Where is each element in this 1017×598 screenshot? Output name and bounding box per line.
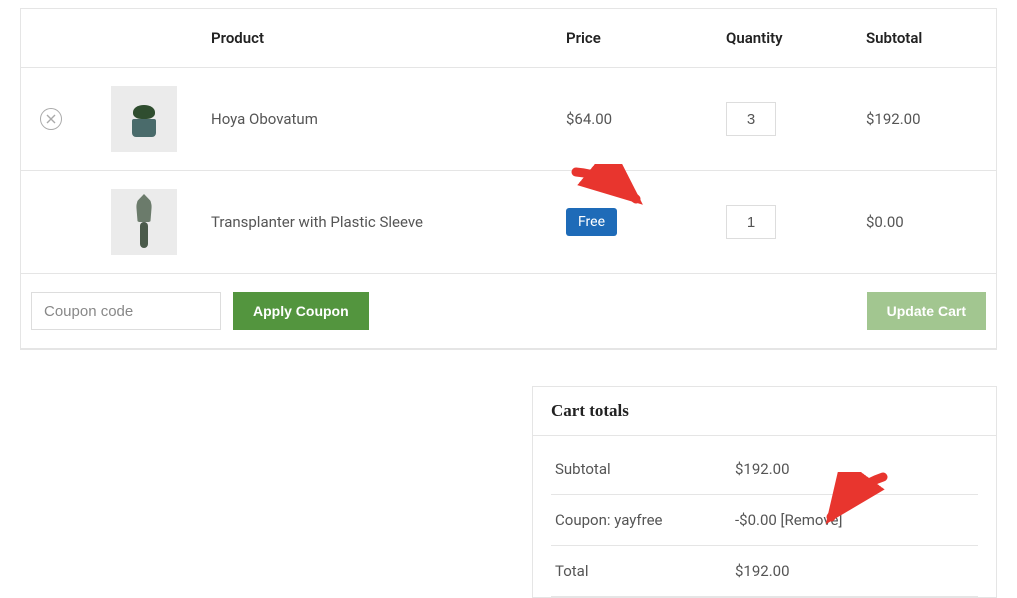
product-thumbnail[interactable] bbox=[111, 86, 177, 152]
product-subtotal: $192.00 bbox=[856, 68, 996, 171]
header-price: Price bbox=[556, 9, 716, 68]
plant-icon bbox=[129, 101, 159, 137]
cart-totals-container: Cart totals Subtotal $192.00 Coupon: yay… bbox=[532, 386, 997, 598]
trowel-icon bbox=[135, 194, 153, 250]
subtotal-label: Subtotal bbox=[555, 460, 735, 478]
free-badge: Free bbox=[566, 208, 617, 236]
cart-row: Hoya Obovatum $64.00 $192.00 bbox=[21, 68, 996, 171]
total-value: $192.00 bbox=[735, 562, 974, 580]
subtotal-value: $192.00 bbox=[735, 460, 974, 478]
quantity-input[interactable] bbox=[726, 102, 776, 136]
total-label: Total bbox=[555, 562, 735, 580]
cart-row: Transplanter with Plastic Sleeve Free $0… bbox=[21, 171, 996, 274]
product-subtotal: $0.00 bbox=[856, 171, 996, 274]
totals-subtotal-row: Subtotal $192.00 bbox=[551, 444, 978, 495]
cart-table-container: Product Price Quantity Subtotal bbox=[20, 8, 997, 350]
remove-coupon-link[interactable]: [Remove] bbox=[781, 511, 843, 529]
header-product: Product bbox=[201, 9, 556, 68]
apply-coupon-button[interactable]: Apply Coupon bbox=[233, 292, 369, 330]
coupon-value: -$0.00 [Remove] bbox=[735, 511, 974, 529]
product-name[interactable]: Transplanter with Plastic Sleeve bbox=[201, 171, 556, 274]
update-cart-button[interactable]: Update Cart bbox=[867, 292, 986, 330]
cart-table: Product Price Quantity Subtotal bbox=[21, 9, 996, 349]
remove-item-button[interactable] bbox=[40, 108, 62, 130]
totals-coupon-row: Coupon: yayfree -$0.00 [Remove] bbox=[551, 495, 978, 546]
product-name[interactable]: Hoya Obovatum bbox=[201, 68, 556, 171]
product-thumbnail[interactable] bbox=[111, 189, 177, 255]
header-quantity: Quantity bbox=[716, 9, 856, 68]
coupon-input[interactable] bbox=[31, 292, 221, 330]
header-subtotal: Subtotal bbox=[856, 9, 996, 68]
close-icon bbox=[46, 114, 56, 124]
product-price: $64.00 bbox=[556, 68, 716, 171]
totals-total-row: Total $192.00 bbox=[551, 546, 978, 597]
cart-totals-title: Cart totals bbox=[533, 387, 996, 436]
cart-actions-row: Apply Coupon Update Cart bbox=[21, 274, 996, 349]
quantity-input[interactable] bbox=[726, 205, 776, 239]
header-remove bbox=[21, 9, 81, 68]
header-thumbnail bbox=[81, 9, 201, 68]
coupon-discount: -$0.00 bbox=[735, 511, 781, 529]
coupon-label: Coupon: yayfree bbox=[555, 511, 735, 529]
